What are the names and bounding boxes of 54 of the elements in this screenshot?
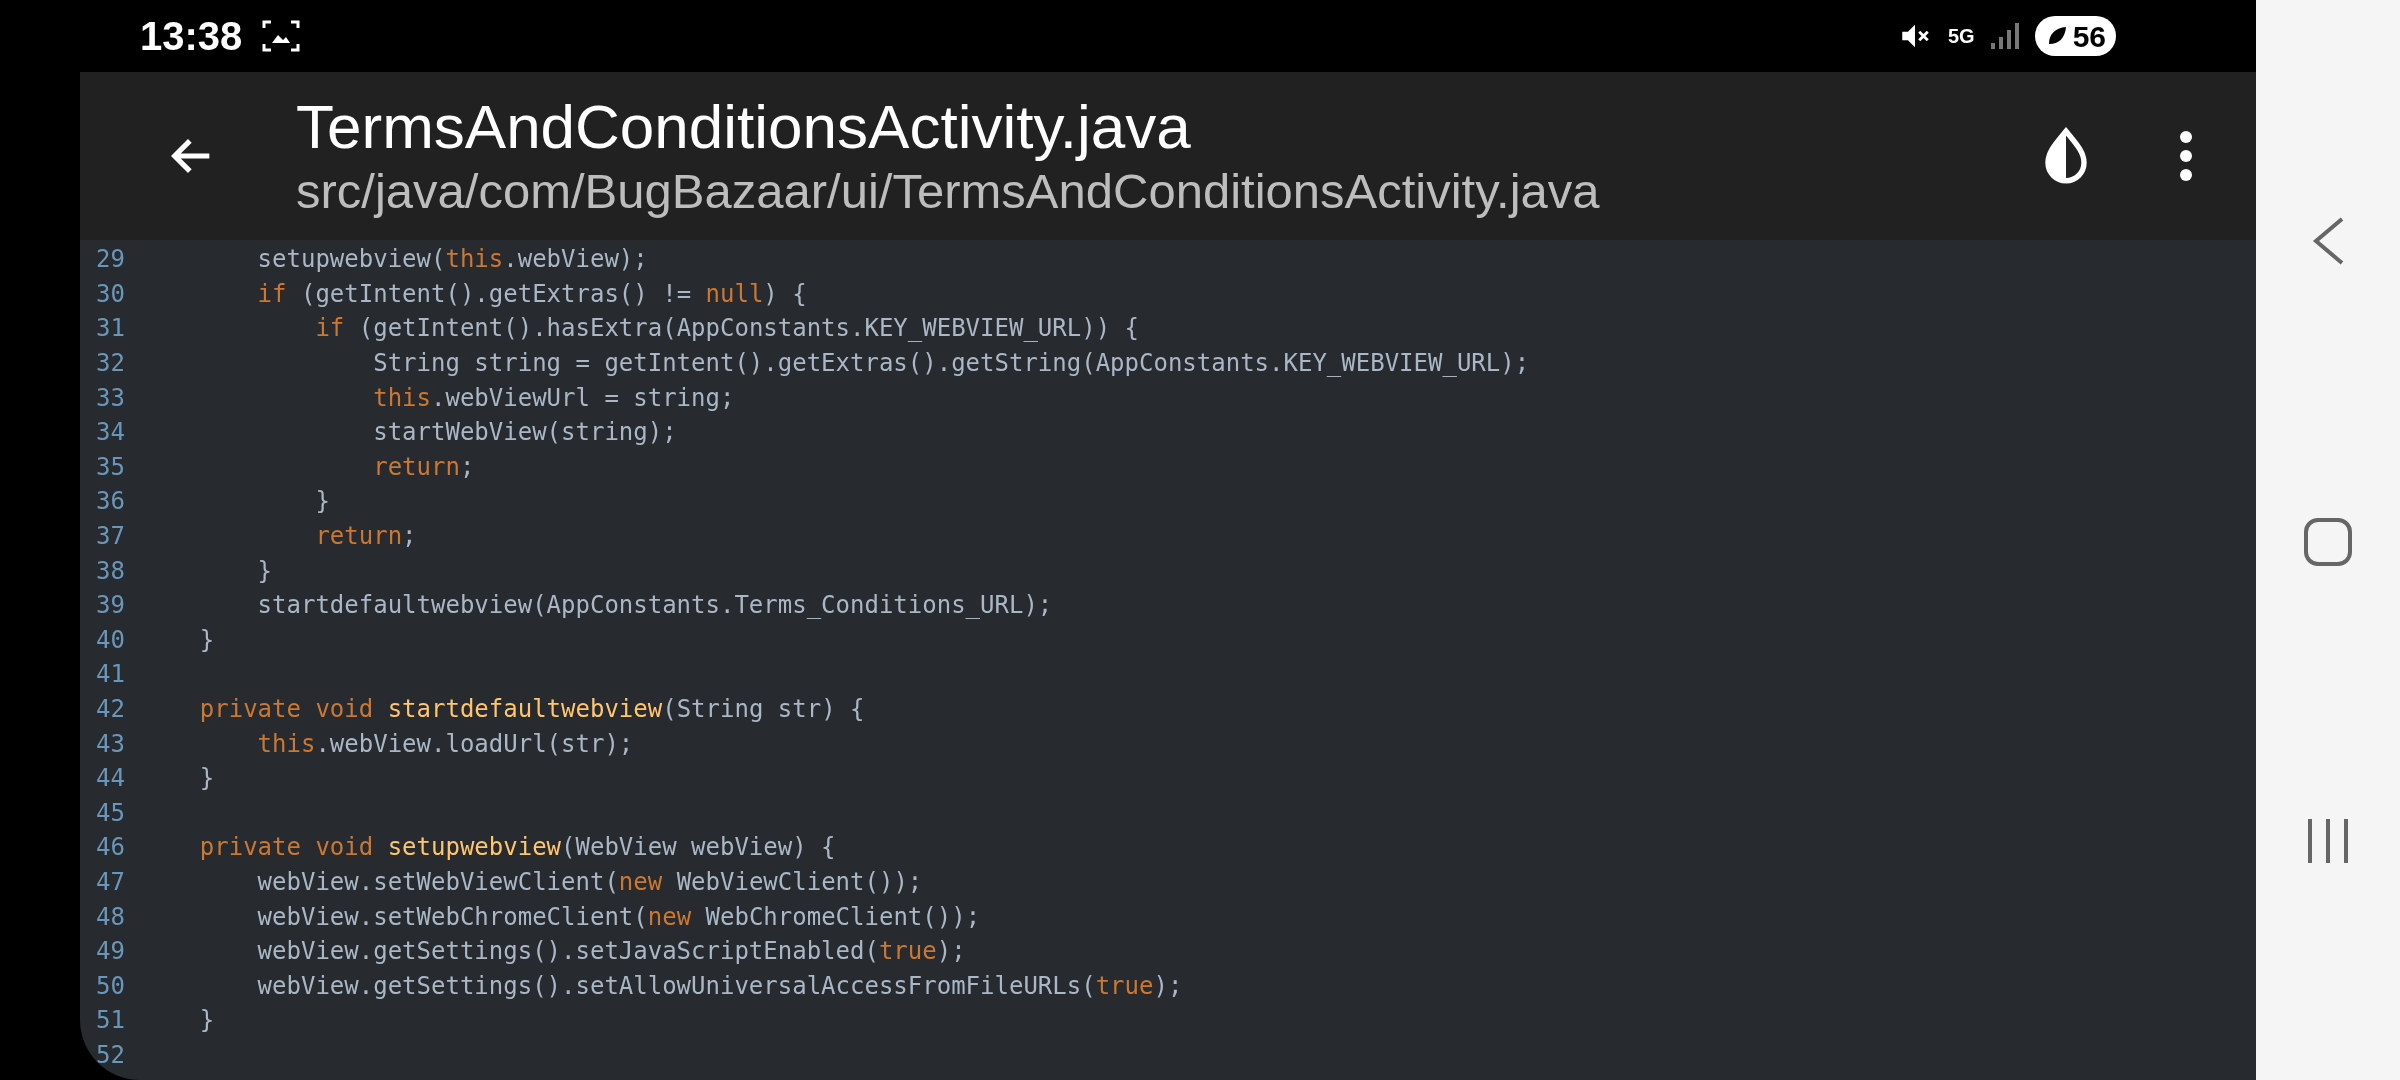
more-icon bbox=[2178, 130, 2194, 182]
line-number: 38 bbox=[95, 555, 126, 587]
code-line: } bbox=[256, 555, 273, 587]
file-title: TermsAndConditionsActivity.java bbox=[296, 92, 1192, 162]
code-line: webView.getSettings().setAllowUniversalAccessFromFileURLs(true); bbox=[256, 970, 1183, 1002]
line-number: 41 bbox=[95, 659, 126, 691]
line-number: 35 bbox=[95, 451, 126, 483]
line-number: 36 bbox=[95, 486, 126, 518]
file-path: src/java/com/BugBazaar/ui/TermsAndConditionsActivity.java bbox=[296, 163, 1601, 220]
code-line: private void setupwebview(WebView webView) { bbox=[198, 832, 836, 864]
code-line: } bbox=[198, 624, 215, 656]
code-line: } bbox=[198, 763, 215, 795]
battery-level: 56 bbox=[2072, 18, 2106, 55]
line-number: 44 bbox=[95, 763, 126, 795]
line-number: 40 bbox=[95, 624, 126, 656]
line-number: 48 bbox=[95, 901, 126, 933]
code-line: startdefaultwebview(AppConstants.Terms_Conditions_URL); bbox=[256, 590, 1053, 622]
code-line: webView.setWebViewClient(new WebViewClient()); bbox=[256, 867, 923, 898]
code-line: return; bbox=[372, 451, 475, 483]
line-number: 34 bbox=[95, 417, 126, 449]
code-line: webView.setWebChromeClient(new WebChromeClient()); bbox=[256, 901, 981, 933]
code-line: if (getIntent().hasExtra(AppConstants.KEY_WEBVIEW_URL)) { bbox=[314, 313, 1139, 345]
line-number: 43 bbox=[95, 728, 126, 760]
code-line: private void startdefaultwebview(String str) { bbox=[198, 694, 865, 725]
line-number: 46 bbox=[95, 832, 126, 864]
code-line: } bbox=[198, 1005, 215, 1037]
code-line: if (getIntent().getExtras() != null) { bbox=[256, 278, 807, 310]
line-number: 52 bbox=[95, 1039, 126, 1071]
square-icon bbox=[2302, 516, 2354, 568]
line-number: 37 bbox=[95, 521, 126, 553]
line-number: 47 bbox=[95, 867, 126, 898]
code-line: } bbox=[314, 486, 330, 518]
line-number: 31 bbox=[95, 313, 126, 345]
code-line: this.webView.loadUrl(str); bbox=[256, 728, 634, 760]
code-line: return; bbox=[314, 521, 417, 553]
code-line: this.webViewUrl = string; bbox=[372, 382, 735, 414]
line-number: 32 bbox=[95, 348, 126, 380]
line-number: 49 bbox=[95, 936, 126, 968]
line-number: 42 bbox=[95, 694, 126, 725]
line-number: 50 bbox=[95, 970, 126, 1002]
line-number: 33 bbox=[95, 382, 126, 414]
line-number: 51 bbox=[95, 1005, 126, 1037]
line-number: 30 bbox=[95, 278, 126, 310]
screenshot-icon bbox=[262, 18, 301, 54]
network-label: 5G bbox=[1947, 26, 1975, 46]
line-number: 29 bbox=[95, 244, 126, 276]
status-time: 13:38 bbox=[140, 13, 243, 60]
line-number: 39 bbox=[95, 590, 126, 622]
line-number: 45 bbox=[95, 797, 126, 829]
signal-icon bbox=[1988, 21, 2019, 51]
code-line: startWebView(string); bbox=[372, 417, 677, 449]
code-line: String string = getIntent().getExtras().getString(AppConstants.KEY_WEBVIEW_URL); bbox=[372, 348, 1530, 380]
code-line: setupwebview(this.webView); bbox=[256, 244, 648, 276]
code-line: webView.getSettings().setJavaScriptEnabled(true); bbox=[256, 936, 966, 968]
